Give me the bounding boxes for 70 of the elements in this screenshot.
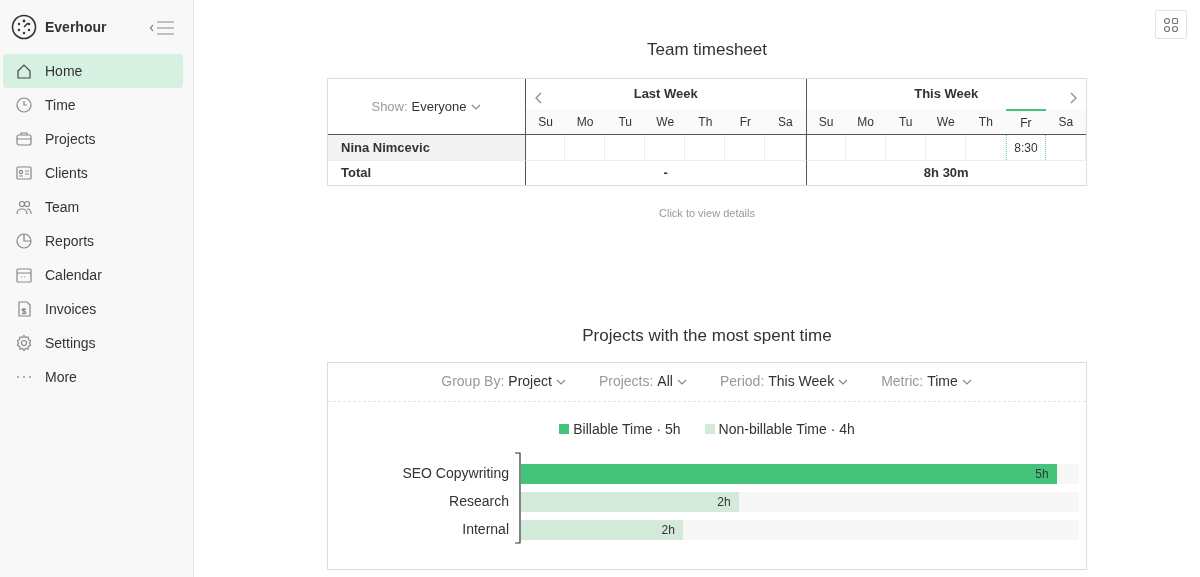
widgets-button[interactable] xyxy=(1155,10,1187,39)
filter-dropdown[interactable]: Group By: Project xyxy=(441,371,567,392)
day-header: Fr xyxy=(1005,109,1046,135)
day-header: Fr xyxy=(725,109,766,135)
logo-icon xyxy=(11,14,37,40)
day-header: Th xyxy=(965,109,1006,135)
nav-item[interactable]: Reports xyxy=(3,224,183,258)
day-header: We xyxy=(645,109,686,135)
day-header: Tu xyxy=(605,109,646,135)
settings-icon xyxy=(15,334,33,352)
nav-item[interactable]: Invoices xyxy=(3,292,183,326)
week-title: This Week xyxy=(914,85,979,104)
nav-item[interactable]: Calendar xyxy=(3,258,183,292)
caret-icon xyxy=(837,377,850,386)
bar: 5h xyxy=(521,463,1057,484)
time-cell[interactable]: 8:30 xyxy=(1005,135,1046,160)
home-icon xyxy=(15,62,33,80)
bar: 2h xyxy=(521,519,683,540)
day-header: We xyxy=(925,109,966,135)
nav-item[interactable]: Home xyxy=(3,54,183,88)
day-header: Mo xyxy=(565,109,606,135)
nav-item[interactable]: Team xyxy=(3,190,183,224)
clock-icon xyxy=(15,96,33,114)
chevron-left-icon xyxy=(534,90,544,105)
collapse-menu-icon xyxy=(149,19,175,36)
time-cell[interactable] xyxy=(805,135,846,160)
caret-icon xyxy=(469,102,482,111)
chevron-right-icon xyxy=(1068,90,1078,105)
bar-label: SEO Copywriting xyxy=(401,464,510,483)
filter-dropdown[interactable]: Projects: All xyxy=(598,371,688,392)
day-header: Su xyxy=(805,109,846,135)
caret-icon xyxy=(554,377,567,386)
section-title: Team timesheet xyxy=(646,39,768,61)
caret-icon xyxy=(675,377,688,386)
nav-item[interactable]: Projects xyxy=(3,122,183,156)
section-title: Projects with the most spent time xyxy=(581,324,833,347)
calendar-icon xyxy=(15,266,33,284)
time-cell[interactable] xyxy=(525,135,566,160)
nav-item[interactable]: More xyxy=(3,360,183,394)
bar-label: Research xyxy=(448,492,510,511)
day-header: Tu xyxy=(885,109,926,135)
bar: 2h xyxy=(521,491,739,512)
filter-dropdown[interactable]: Metric: Time xyxy=(881,371,973,392)
day-header: Mo xyxy=(845,109,886,135)
nav-item[interactable]: Time xyxy=(3,88,183,122)
legend-label: Non-billable Time · 4h xyxy=(718,419,855,439)
total-value: - xyxy=(525,160,806,185)
day-header: Su xyxy=(525,109,566,135)
app-name: Everhour xyxy=(45,17,107,37)
briefcase-icon xyxy=(15,130,33,148)
contact-card-icon xyxy=(15,164,33,182)
day-header: Sa xyxy=(1045,109,1086,135)
week-title: Last Week xyxy=(633,85,698,104)
invoice-icon xyxy=(15,300,33,318)
total-label: Total xyxy=(328,160,525,185)
widgets-icon xyxy=(1162,15,1180,34)
total-value: 8h 30m xyxy=(805,160,1086,185)
nav-item[interactable]: Clients xyxy=(3,156,183,190)
day-header: Th xyxy=(685,109,726,135)
legend-label: Billable Time · 5h xyxy=(573,419,681,439)
pie-chart-icon xyxy=(15,232,33,250)
day-header: Sa xyxy=(765,109,806,135)
bar-label: Internal xyxy=(461,520,510,539)
nav-item[interactable]: Settings xyxy=(3,326,183,360)
filter-dropdown[interactable]: Period: This Week xyxy=(719,371,850,392)
more-icon xyxy=(16,375,32,379)
caret-icon xyxy=(960,377,973,386)
people-icon xyxy=(15,198,33,216)
hint-text: Click to view details xyxy=(658,206,756,221)
member-name: Nina Nimcevic xyxy=(328,135,525,160)
